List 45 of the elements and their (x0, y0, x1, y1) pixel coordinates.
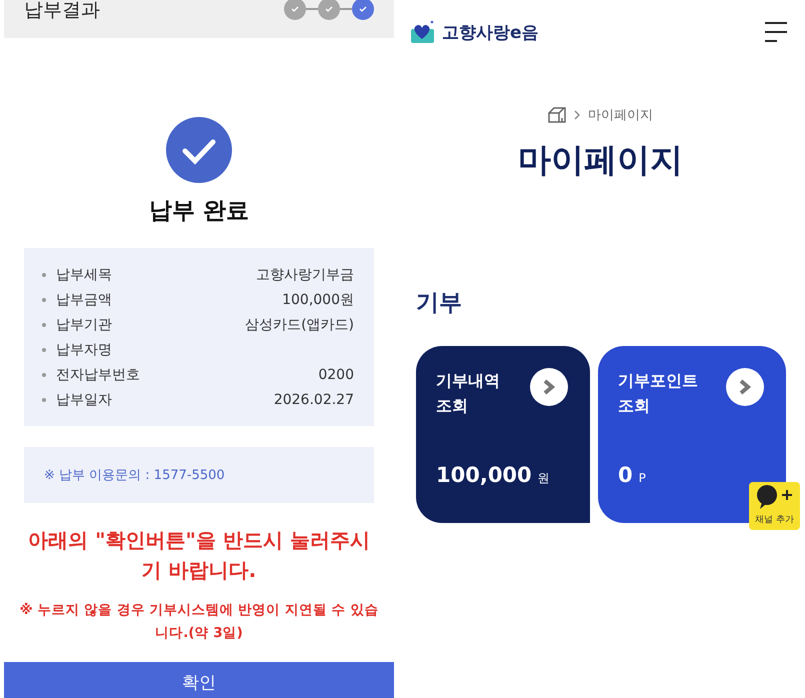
bullet-icon (42, 322, 46, 326)
detail-label: 납부세목 (56, 266, 113, 284)
section-title: 기부 (416, 289, 463, 318)
arrow-button[interactable] (530, 368, 568, 406)
detail-label: 납부금액 (56, 290, 113, 308)
bullet-icon (42, 398, 46, 402)
card-unit: P (638, 471, 646, 485)
bullet-icon (42, 298, 46, 302)
bullet-icon (42, 272, 46, 276)
detail-label: 납부일자 (56, 390, 113, 408)
check-circle-icon (166, 117, 232, 183)
chevron-icon (574, 110, 580, 120)
logo-text[interactable]: 고향사랑e음 (442, 20, 539, 44)
notice-text: ※ 누르지 않을 경우 기부시스템에 반영이 지연될 수 있습니다.(약 3일) (18, 601, 380, 643)
detail-value: 100,000원 (282, 290, 354, 308)
bullet-icon (42, 348, 46, 352)
chevron-icon (542, 379, 556, 395)
header-title: 납부결과 (24, 0, 100, 23)
detail-label: 전자납부번호 (56, 366, 141, 384)
card-amount: 0 (618, 463, 633, 487)
card-unit: 원 (538, 470, 550, 487)
warning-text: 아래의 "확인버튼"을 반드시 눌러주시기 바랍니다. (27, 527, 371, 584)
inquiry-text: ※ 납부 이용문의 : 1577-5500 (44, 467, 225, 484)
bullet-icon (42, 372, 46, 376)
detail-value: 2026.02.27 (274, 392, 354, 408)
detail-value: 삼성카드(앱카드) (245, 316, 354, 334)
heart-envelope-icon (410, 19, 436, 45)
menu-icon[interactable] (765, 21, 787, 43)
chat-plus-icon (756, 485, 794, 511)
detail-value: 0200 (318, 366, 354, 382)
detail-label: 납부자명 (56, 340, 113, 358)
detail-label: 납부기관 (56, 316, 113, 334)
summary-card[interactable]: 기부내역 조회 100,000 원 (416, 346, 590, 523)
card-title: 기부내역 조회 (436, 370, 501, 417)
arrow-button[interactable] (726, 368, 764, 406)
channel-add-button[interactable]: 채널 추가 (749, 482, 800, 530)
home-icon[interactable] (548, 107, 566, 123)
status-title: 납부 완료 (148, 197, 249, 226)
card-title: 기부포인트 조회 (618, 370, 696, 417)
page-title: 마이페이지 (517, 139, 684, 181)
detail-value: 고향사랑기부금 (256, 266, 354, 284)
confirm-button[interactable]: 확인 (4, 662, 394, 698)
breadcrumb-link[interactable]: 마이페이지 (588, 106, 653, 124)
chevron-icon (738, 379, 752, 395)
card-amount: 100,000 (436, 463, 532, 487)
